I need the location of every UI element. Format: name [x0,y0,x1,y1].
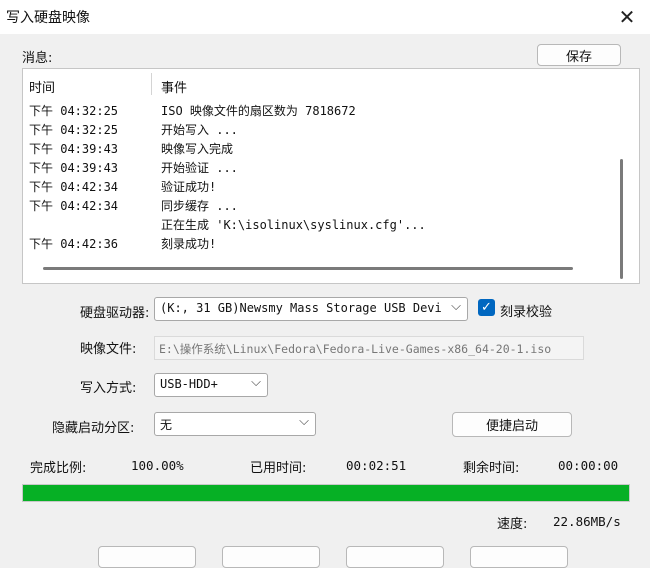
progress-bar [22,484,630,502]
complete-label: 完成比例: [30,461,87,476]
elapsed-label: 已用时间: [250,461,307,476]
log-row[interactable]: 下午 04:32:25 ISO 映像文件的扇区数为 7818672 [23,100,623,119]
verify-checkbox[interactable]: ✓ [478,299,495,316]
log-row[interactable]: 下午 04:42:36 刻录成功! [23,233,623,252]
vertical-scrollbar[interactable] [620,159,623,279]
write-mode-select[interactable]: USB-HDD+ ⌵ [154,373,268,397]
hide-partition-select[interactable]: 无 ⌵ [154,412,316,436]
bottom-button[interactable] [346,546,444,568]
messages-label: 消息: [22,51,53,66]
bottom-button[interactable] [470,546,568,568]
column-header-event[interactable]: 事件 [161,77,187,96]
bottom-button[interactable] [98,546,196,568]
log-row[interactable]: 下午 04:42:34 同步缓存 ... [23,195,623,214]
quick-boot-button[interactable]: 便捷启动 [452,412,572,437]
horizontal-scrollbar[interactable] [43,267,573,270]
save-button[interactable]: 保存 [537,44,621,66]
message-log[interactable]: 时间 事件 下午 04:32:25 ISO 映像文件的扇区数为 7818672 下… [22,68,640,284]
progress-fill [23,485,629,501]
remaining-value: 00:00:00 [558,458,619,473]
log-row[interactable]: 下午 04:39:43 映像写入完成 [23,138,623,157]
remaining-label: 剩余时间: [463,461,520,476]
close-icon[interactable]: ✕ [612,3,642,31]
image-file-field[interactable]: E:\操作系统\Linux\Fedora\Fedora-Live-Games-x… [154,336,584,360]
chevron-down-icon: ⌵ [251,375,261,390]
write-mode-label: 写入方式: [80,381,137,396]
verify-label[interactable]: 刻录校验 [500,301,552,320]
chevron-down-icon: ⌵ [451,299,461,314]
complete-value: 100.00% [131,458,184,473]
image-file-label: 映像文件: [80,342,137,357]
hide-partition-label: 隐藏启动分区: [52,421,135,436]
drive-select[interactable]: (K:, 31 GB)Newsmy Mass Storage USB Devi … [154,297,468,321]
speed-value: 22.86MB/s [553,514,621,529]
bottom-button[interactable] [222,546,320,568]
speed-label: 速度: [497,517,528,532]
window-title: 写入硬盘映像 [6,10,90,26]
chevron-down-icon: ⌵ [299,414,309,429]
column-header-time[interactable]: 时间 [29,77,55,96]
log-row[interactable]: 正在生成 'K:\isolinux\syslinux.cfg'... [23,214,623,233]
column-separator[interactable] [151,73,152,95]
drive-label: 硬盘驱动器: [80,306,150,321]
log-row[interactable]: 下午 04:32:25 开始写入 ... [23,119,623,138]
log-row[interactable]: 下午 04:39:43 开始验证 ... [23,157,623,176]
title-bar: 写入硬盘映像 ✕ [0,0,650,34]
elapsed-value: 00:02:51 [346,458,407,473]
log-row[interactable]: 下午 04:42:34 验证成功! [23,176,623,195]
